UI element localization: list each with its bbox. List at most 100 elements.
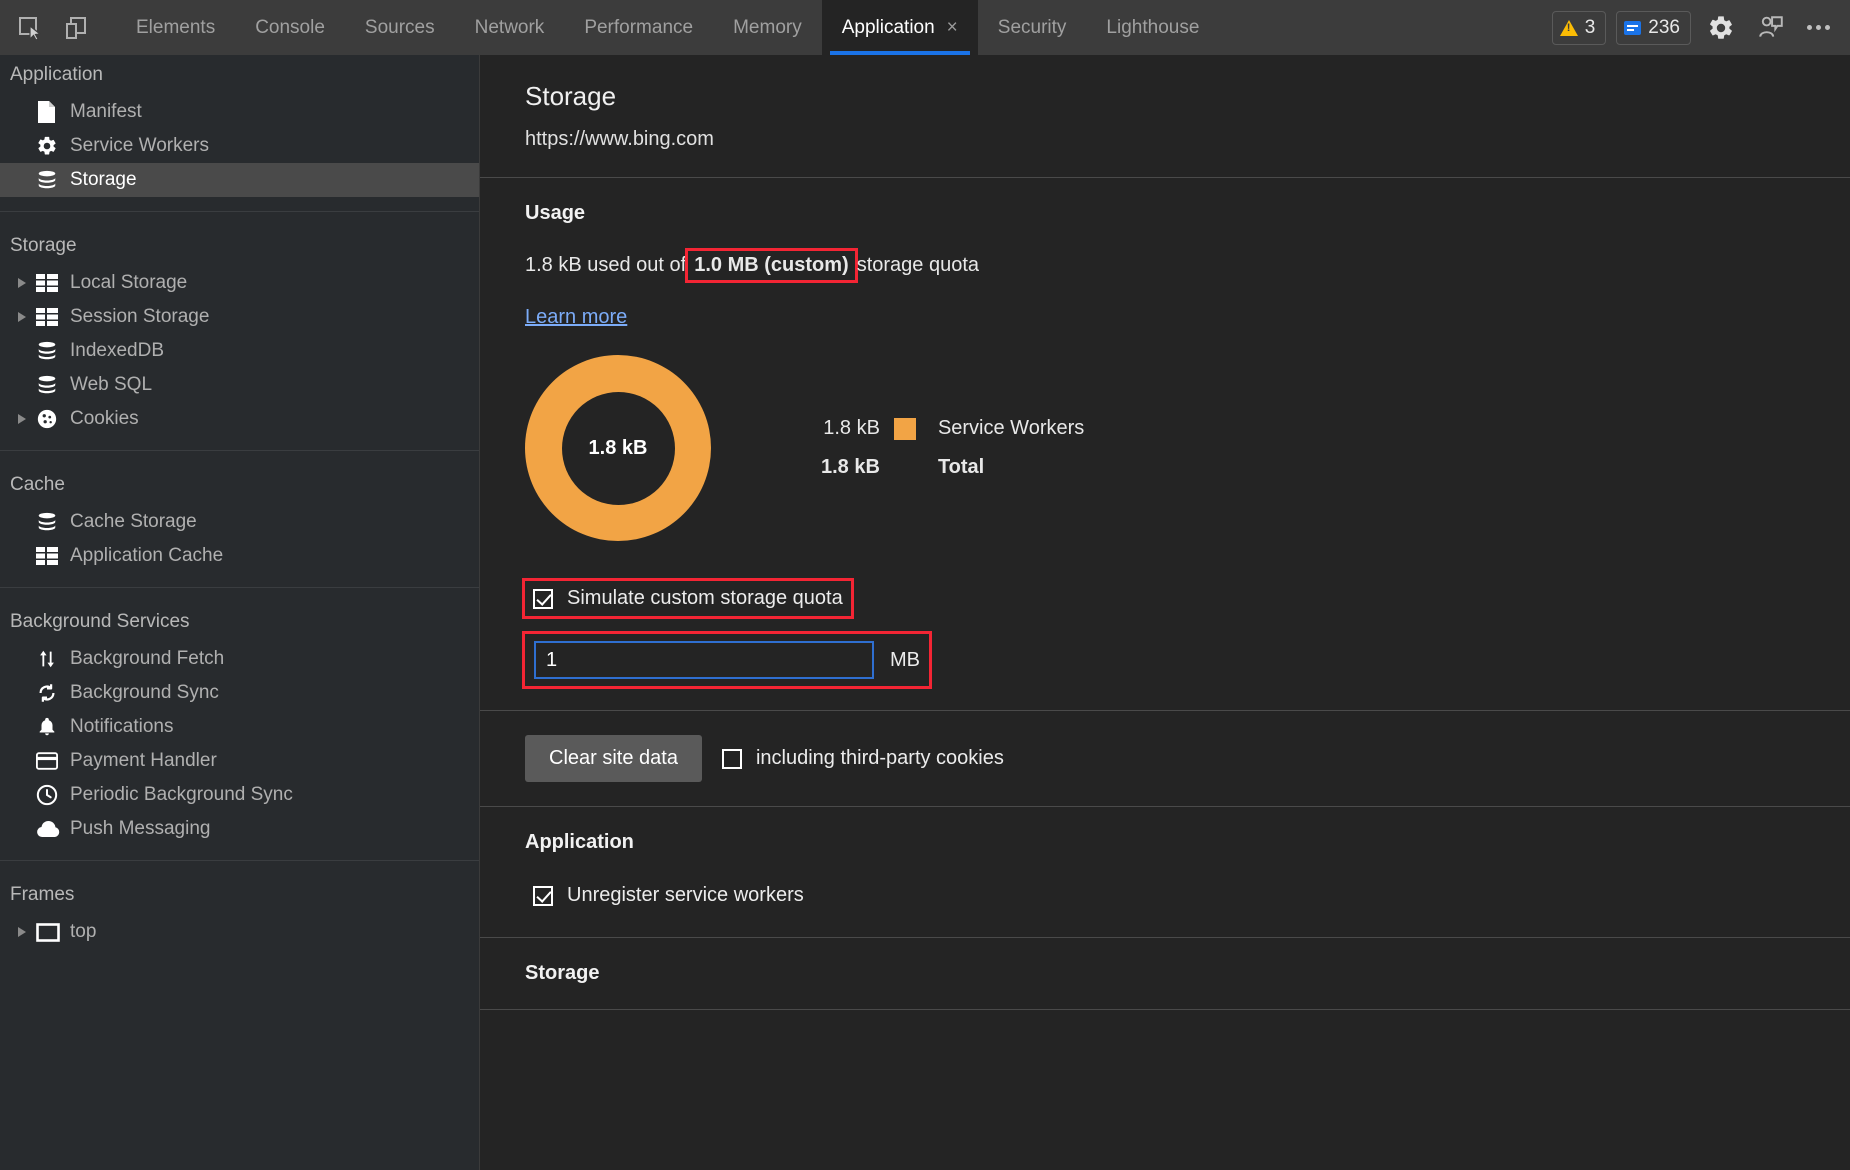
expand-arrow-icon[interactable] bbox=[18, 927, 36, 937]
sidebar-item-session-storage[interactable]: Session Storage bbox=[0, 300, 479, 334]
sidebar-item-local-storage[interactable]: Local Storage bbox=[0, 266, 479, 300]
sidebar-item-push-messaging[interactable]: Push Messaging bbox=[0, 812, 479, 846]
learn-more-link[interactable]: Learn more bbox=[525, 306, 627, 329]
sidebar-item-background-fetch[interactable]: Background Fetch bbox=[0, 642, 479, 676]
application-sidebar: Application Manifest Service Workers bbox=[0, 55, 480, 1170]
database-icon bbox=[36, 373, 66, 397]
sidebar-item-payment-handler[interactable]: Payment Handler bbox=[0, 744, 479, 778]
warning-count: 3 bbox=[1585, 17, 1596, 39]
sidebar-section-application: Application Manifest Service Workers bbox=[0, 55, 479, 211]
inspect-element-icon[interactable] bbox=[10, 8, 50, 48]
checkbox-icon[interactable] bbox=[722, 749, 742, 769]
legend-label-service-workers: Service Workers bbox=[938, 417, 1084, 440]
tab-network[interactable]: Network bbox=[455, 0, 565, 55]
unregister-label: Unregister service workers bbox=[567, 884, 804, 907]
checkbox-icon[interactable] bbox=[533, 589, 553, 609]
sidebar-item-application-cache[interactable]: Application Cache bbox=[0, 539, 479, 573]
tab-label: Elements bbox=[136, 17, 215, 39]
unregister-service-workers-checkbox[interactable]: Unregister service workers bbox=[525, 878, 812, 913]
tab-lighthouse[interactable]: Lighthouse bbox=[1086, 0, 1219, 55]
custom-quota-row: MB bbox=[525, 634, 929, 686]
table-icon bbox=[36, 544, 66, 568]
sidebar-item-label: Local Storage bbox=[70, 272, 187, 294]
sidebar-item-periodic-background-sync[interactable]: Periodic Background Sync bbox=[0, 778, 479, 812]
warning-badge[interactable]: 3 bbox=[1552, 11, 1607, 45]
tab-console[interactable]: Console bbox=[235, 0, 345, 55]
sidebar-item-storage[interactable]: Storage bbox=[0, 163, 479, 197]
tab-elements[interactable]: Elements bbox=[116, 0, 235, 55]
sidebar-item-background-sync[interactable]: Background Sync bbox=[0, 676, 479, 710]
person-feedback-icon[interactable] bbox=[1751, 8, 1791, 48]
expand-arrow-icon[interactable] bbox=[18, 312, 36, 322]
sidebar-item-label: Storage bbox=[70, 169, 137, 191]
quota-unit-label: MB bbox=[890, 649, 920, 672]
tab-label: Application bbox=[842, 17, 935, 39]
expand-arrow-icon[interactable] bbox=[18, 414, 36, 424]
checkbox-icon[interactable] bbox=[533, 886, 553, 906]
sidebar-item-indexeddb[interactable]: IndexedDB bbox=[0, 334, 479, 368]
tab-label: Security bbox=[998, 17, 1067, 39]
simulate-custom-quota-checkbox[interactable]: Simulate custom storage quota bbox=[525, 581, 851, 616]
message-badge[interactable]: 236 bbox=[1616, 11, 1691, 45]
sidebar-section-storage: Storage Local Storage Session Storage bbox=[0, 211, 479, 450]
donut-center-label: 1.8 kB bbox=[589, 437, 648, 460]
usage-heading: Usage bbox=[525, 202, 1850, 225]
tab-application[interactable]: Application × bbox=[822, 0, 978, 55]
storage-subsection: Storage bbox=[480, 938, 1850, 1010]
third-party-cookies-checkbox[interactable]: including third-party cookies bbox=[714, 741, 1012, 776]
sidebar-section-cache: Cache Cache Storage Application Cache bbox=[0, 450, 479, 587]
tab-performance[interactable]: Performance bbox=[564, 0, 713, 55]
usage-section: Usage 1.8 kB used out of 1.0 MB (custom)… bbox=[480, 178, 1850, 711]
tab-security[interactable]: Security bbox=[978, 0, 1087, 55]
message-count: 236 bbox=[1648, 17, 1680, 39]
tab-label: Memory bbox=[733, 17, 802, 39]
frame-icon bbox=[36, 920, 66, 944]
clear-site-data-section: Clear site data including third-party co… bbox=[480, 711, 1850, 807]
usage-legend: 1.8 kB Service Workers 1.8 kB Total bbox=[821, 417, 1084, 479]
sidebar-item-cache-storage[interactable]: Cache Storage bbox=[0, 505, 479, 539]
credit-card-icon bbox=[36, 749, 66, 773]
tab-sources[interactable]: Sources bbox=[345, 0, 455, 55]
sidebar-item-label: Push Messaging bbox=[70, 818, 210, 840]
quota-highlight: 1.0 MB (custom) bbox=[688, 251, 854, 280]
clear-site-data-button[interactable]: Clear site data bbox=[525, 735, 702, 782]
cookie-icon bbox=[36, 407, 66, 431]
more-options-icon[interactable] bbox=[1801, 17, 1836, 38]
legend-value-total: 1.8 kB bbox=[821, 456, 880, 479]
cloud-icon bbox=[36, 817, 66, 841]
table-icon bbox=[36, 271, 66, 295]
donut-center: 1.8 kB bbox=[562, 392, 675, 505]
usage-used-text: 1.8 kB used out of bbox=[525, 254, 686, 277]
sidebar-item-label: top bbox=[70, 921, 96, 943]
device-toolbar-icon[interactable] bbox=[56, 8, 96, 48]
sidebar-item-label: Periodic Background Sync bbox=[70, 784, 293, 806]
sidebar-item-label: Background Fetch bbox=[70, 648, 224, 670]
sidebar-item-notifications[interactable]: Notifications bbox=[0, 710, 479, 744]
legend-swatch-service-workers bbox=[894, 418, 916, 440]
usage-quota-suffix: storage quota bbox=[857, 254, 979, 277]
sidebar-section-title: Cache bbox=[0, 465, 479, 505]
usage-donut-chart: 1.8 kB bbox=[525, 355, 711, 541]
database-icon bbox=[36, 339, 66, 363]
close-icon[interactable]: × bbox=[947, 18, 958, 37]
sidebar-item-web-sql[interactable]: Web SQL bbox=[0, 368, 479, 402]
tab-memory[interactable]: Memory bbox=[713, 0, 822, 55]
sidebar-item-top-frame[interactable]: top bbox=[0, 915, 479, 949]
main-area: Application Manifest Service Workers bbox=[0, 55, 1850, 1170]
sidebar-item-manifest[interactable]: Manifest bbox=[0, 95, 479, 129]
expand-arrow-icon[interactable] bbox=[18, 278, 36, 288]
quota-value-input[interactable] bbox=[534, 641, 874, 679]
usage-summary: 1.8 kB used out of 1.0 MB (custom) stora… bbox=[525, 251, 1850, 280]
legend-value-service-workers: 1.8 kB bbox=[821, 417, 880, 440]
gear-icon[interactable] bbox=[1701, 8, 1741, 48]
sidebar-item-cookies[interactable]: Cookies bbox=[0, 402, 479, 436]
sidebar-item-label: Application Cache bbox=[70, 545, 223, 567]
tab-label: Performance bbox=[584, 17, 693, 39]
sidebar-section-title: Frames bbox=[0, 875, 479, 915]
sync-icon bbox=[36, 681, 66, 705]
database-icon bbox=[36, 168, 66, 192]
clock-icon bbox=[36, 783, 66, 807]
sidebar-item-service-workers[interactable]: Service Workers bbox=[0, 129, 479, 163]
gear-icon bbox=[36, 134, 66, 158]
sidebar-section-title: Storage bbox=[0, 226, 479, 266]
